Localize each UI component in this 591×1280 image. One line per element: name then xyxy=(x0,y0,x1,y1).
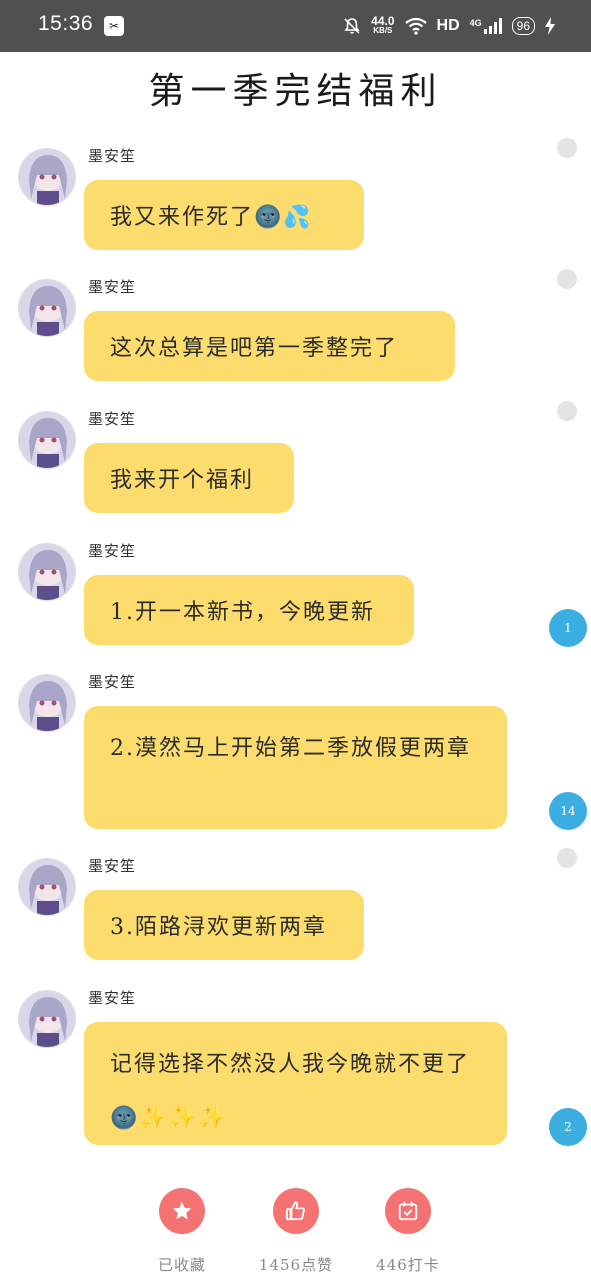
comment-indicator[interactable] xyxy=(557,138,577,158)
action-bar: 已收藏 1456点赞 446打卡 xyxy=(0,1188,591,1280)
comment-indicator[interactable] xyxy=(557,848,577,868)
net-speed-value: 44.0 xyxy=(371,14,395,28)
sender-name: 墨安笙 xyxy=(88,410,137,428)
hd-label: HD xyxy=(436,17,460,34)
avatar[interactable] xyxy=(18,148,76,206)
status-icons: 44.0 KB/S HD 4G 96 xyxy=(343,0,555,52)
message-text: 记得选择不然没人我今晚就不更了🌚✨✨✨ xyxy=(110,1052,471,1131)
comment-count-badge[interactable]: 1 xyxy=(549,609,587,647)
cell-signal-icon: 4G xyxy=(470,18,502,34)
sender-name: 墨安笙 xyxy=(88,673,137,691)
sender-name: 墨安笙 xyxy=(88,857,137,875)
wifi-icon xyxy=(404,17,427,35)
message-bubble[interactable]: 我又来作死了🌚💦 xyxy=(84,180,364,250)
like-count-label: 1456点赞 xyxy=(258,1256,334,1274)
message-text: 2.漠然马上开始第二季放假更两章 xyxy=(110,736,471,761)
favorite-button[interactable]: 已收藏 xyxy=(122,1188,242,1275)
net-speed: 44.0 KB/S xyxy=(371,14,395,36)
sender-name: 墨安笙 xyxy=(88,542,137,560)
charging-icon xyxy=(545,17,555,35)
thumbs-up-icon xyxy=(273,1188,319,1234)
message-text: 我来开个福利 xyxy=(110,468,255,493)
comment-indicator[interactable] xyxy=(557,269,577,289)
message-text: 1.开一本新书，今晚更新 xyxy=(110,600,375,625)
avatar[interactable] xyxy=(18,674,76,732)
signal-label: 4G xyxy=(469,18,482,28)
message-bubble[interactable]: 3.陌路浔欢更新两章 xyxy=(84,890,364,960)
checkin-button[interactable]: 446打卡 xyxy=(348,1188,468,1275)
message-text: 3.陌路浔欢更新两章 xyxy=(110,915,327,940)
net-speed-unit: KB/S xyxy=(373,26,393,35)
sender-name: 墨安笙 xyxy=(88,989,137,1007)
avatar[interactable] xyxy=(18,858,76,916)
like-button[interactable]: 1456点赞 xyxy=(236,1188,356,1275)
message-text: 我又来作死了🌚💦 xyxy=(110,205,313,230)
comment-indicator[interactable] xyxy=(557,401,577,421)
message-bubble[interactable]: 2.漠然马上开始第二季放假更两章 xyxy=(84,706,507,829)
favorite-label: 已收藏 xyxy=(157,1256,206,1274)
message-bubble[interactable]: 记得选择不然没人我今晚就不更了🌚✨✨✨ xyxy=(84,1022,507,1145)
message-text: 这次总算是吧第一季整完了 xyxy=(110,336,399,361)
star-icon xyxy=(159,1188,205,1234)
message-bubble[interactable]: 这次总算是吧第一季整完了 xyxy=(84,311,455,381)
comment-count-badge[interactable]: 2 xyxy=(549,1108,587,1146)
page-title: 第一季完结福利 xyxy=(148,71,443,112)
comment-count-badge[interactable]: 14 xyxy=(549,792,587,830)
message-bubble[interactable]: 1.开一本新书，今晚更新 xyxy=(84,575,414,645)
avatar[interactable] xyxy=(18,411,76,469)
avatar[interactable] xyxy=(18,990,76,1048)
sender-name: 墨安笙 xyxy=(88,278,137,296)
mute-bell-icon xyxy=(343,17,361,35)
avatar[interactable] xyxy=(18,543,76,601)
calendar-check-icon xyxy=(385,1188,431,1234)
battery-level: 96 xyxy=(511,17,535,35)
message-bubble[interactable]: 我来开个福利 xyxy=(84,443,294,513)
avatar[interactable] xyxy=(18,279,76,337)
status-bar: 15:36 ✂ 44.0 KB/S HD 4G 96 xyxy=(0,0,591,52)
status-time: 15:36 xyxy=(38,12,94,35)
capcut-app-icon: ✂ xyxy=(104,16,124,36)
sender-name: 墨安笙 xyxy=(88,147,137,165)
checkin-count-label: 446打卡 xyxy=(376,1256,440,1274)
